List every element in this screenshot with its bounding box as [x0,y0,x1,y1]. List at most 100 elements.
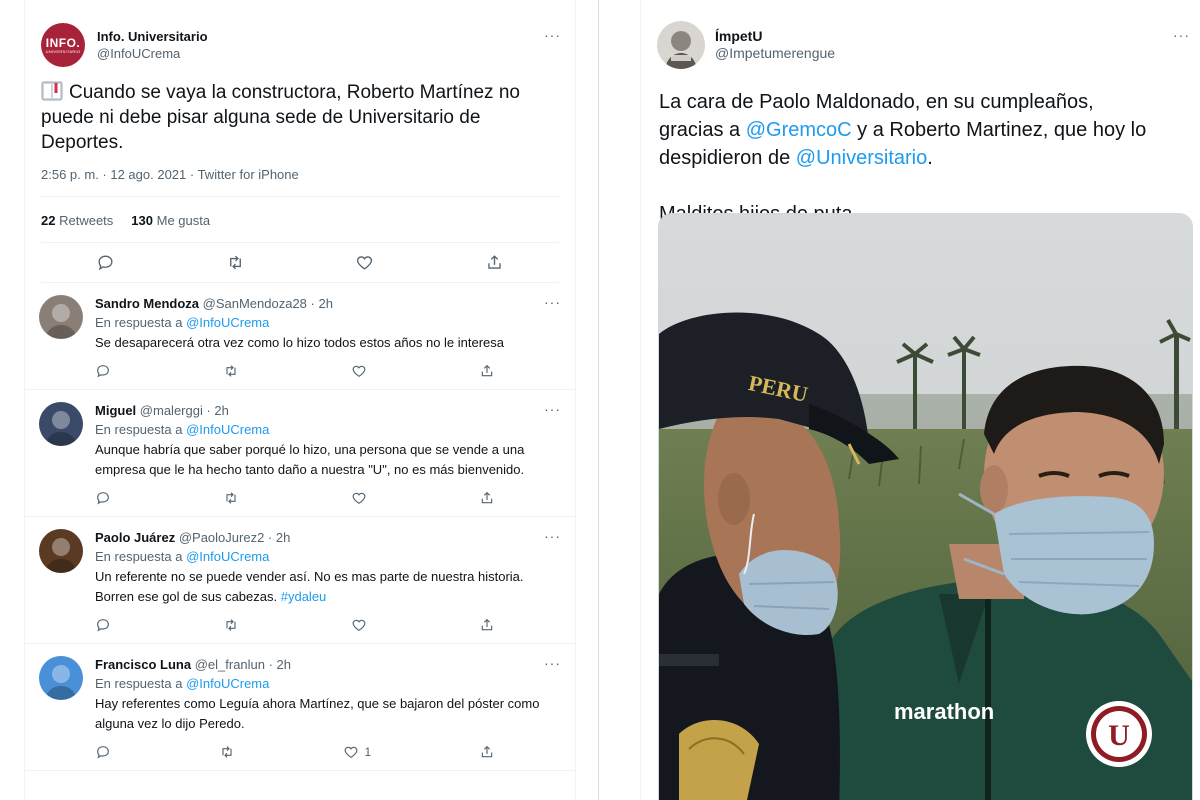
avatar-image [39,656,83,700]
share-button[interactable] [479,617,495,633]
like-button[interactable] [351,490,367,506]
reply-author-name[interactable]: Sandro Mendoza [95,296,199,311]
retweet-icon [226,492,236,504]
more-options-icon[interactable]: ··· [544,28,561,42]
reply-button[interactable] [95,744,111,760]
panel-divider [598,0,599,800]
more-options-icon[interactable]: ··· [1173,28,1190,42]
reply-button[interactable] [95,363,111,379]
reply-text: Un referente no se puede vender así. No … [95,569,524,604]
mention-link[interactable]: @Universitario [796,147,927,169]
avatar[interactable]: INFO. UNIVERSITARIO [41,23,85,67]
tweet-photo[interactable]: marathon U PERU [658,213,1193,800]
like-button[interactable] [351,363,367,379]
share-icon [481,745,493,758]
reply-author-handle[interactable]: @el_franlun · 2h [195,657,291,672]
more-options-icon[interactable]: ··· [544,295,561,309]
retweet-button[interactable] [223,490,239,506]
book-icon [41,81,63,101]
mention-link[interactable]: @GremcoC [746,119,852,141]
right-tweet-header: ÍmpetU @Impetumerengue ··· [641,0,1200,70]
avatar-image [39,529,83,573]
reply-icon [97,746,109,759]
avatar[interactable] [657,21,705,69]
likes-stat[interactable]: 130 Me gusta [131,213,210,228]
photo-image: marathon U PERU [659,214,1192,800]
reply-tweet[interactable]: Miguel @malerggi · 2h En respuesta a @In… [25,390,575,517]
avatar-image [39,295,83,339]
reply-text: Se desaparecerá otra vez como lo hizo to… [95,335,505,350]
avatar[interactable] [39,402,83,446]
retweet-button[interactable] [226,253,245,272]
avatar-image [39,402,83,446]
share-button[interactable] [479,744,495,760]
more-options-icon[interactable]: ··· [544,402,561,416]
reply-icon [97,492,109,505]
heart-icon [352,619,366,632]
replying-to: En respuesta a @InfoUCrema [95,315,270,330]
retweets-stat[interactable]: 22 Retweets [41,213,113,228]
reply-author-name[interactable]: Francisco Luna [95,657,191,672]
avatar[interactable] [39,656,83,700]
retweet-button[interactable] [223,617,239,633]
reply-actions [95,488,495,508]
author-handle[interactable]: @InfoUCrema [97,45,208,62]
reply-author-name[interactable]: Miguel [95,403,136,418]
like-button[interactable]: 1 [343,744,371,760]
share-icon [481,491,493,504]
more-options-icon[interactable]: ··· [544,529,561,543]
retweet-icon [229,255,241,270]
tweet-stats: 22 Retweets 130 Me gusta [41,197,559,243]
right-tweet-panel: ÍmpetU @Impetumerengue ··· La cara de Pa… [640,0,1200,800]
retweet-button[interactable] [219,744,235,760]
share-button[interactable] [485,253,504,272]
svg-text:U: U [1108,719,1130,752]
reply-button[interactable] [96,253,115,272]
more-options-icon[interactable]: ··· [544,656,561,670]
reply-button[interactable] [95,490,111,506]
mention-link[interactable]: @InfoUCrema [186,676,269,691]
retweet-icon [222,746,232,758]
reply-tweet[interactable]: Sandro Mendoza @SanMendoza28 · 2h En res… [25,283,575,390]
reply-author-handle[interactable]: @PaoloJurez2 · 2h [179,530,290,545]
reply-icon [98,255,113,271]
author-name[interactable]: Info. Universitario [97,28,208,45]
share-icon [488,255,501,269]
tweet-timestamp[interactable]: 2:56 p. m. · 12 ago. 2021 · Twitter for … [41,167,559,197]
reply-actions [95,615,495,635]
retweet-icon [226,365,236,377]
avatar[interactable] [39,529,83,573]
share-button[interactable] [479,490,495,506]
svg-text:marathon: marathon [894,699,994,724]
reply-text: Aunque habría que saber porqué lo hizo, … [95,442,525,477]
like-button[interactable] [355,253,374,272]
reply-author-handle[interactable]: @malerggi · 2h [140,403,229,418]
share-icon [481,618,493,631]
mention-link[interactable]: @InfoUCrema [186,422,269,437]
author-name[interactable]: ÍmpetU [715,28,835,45]
main-tweet-header: INFO. UNIVERSITARIO Info. Universitario … [41,0,561,68]
share-button[interactable] [479,363,495,379]
reply-icon [97,365,109,378]
replying-to: En respuesta a @InfoUCrema [95,549,270,564]
reply-author-name[interactable]: Paolo Juárez [95,530,175,545]
retweet-button[interactable] [223,363,239,379]
reply-tweet[interactable]: Francisco Luna @el_franlun · 2h En respu… [25,644,575,771]
avatar-image [657,21,705,69]
mention-link[interactable]: @InfoUCrema [186,549,269,564]
heart-icon [352,492,366,505]
replying-to: En respuesta a @InfoUCrema [95,676,270,691]
reply-button[interactable] [95,617,111,633]
tweet-text: Cuando se vaya la constructora, Roberto … [41,81,520,153]
reply-icon [97,619,109,632]
tweet-actions [41,243,559,283]
replies-list: Sandro Mendoza @SanMendoza28 · 2h En res… [25,283,575,771]
mention-link[interactable]: @InfoUCrema [186,315,269,330]
avatar[interactable] [39,295,83,339]
hashtag-link[interactable]: #ydaleu [281,589,327,604]
author-handle[interactable]: @Impetumerengue [715,45,835,62]
like-button[interactable] [351,617,367,633]
reply-tweet[interactable]: Paolo Juárez @PaoloJurez2 · 2h En respue… [25,517,575,644]
replying-to: En respuesta a @InfoUCrema [95,422,270,437]
reply-author-handle[interactable]: @SanMendoza28 · 2h [203,296,333,311]
